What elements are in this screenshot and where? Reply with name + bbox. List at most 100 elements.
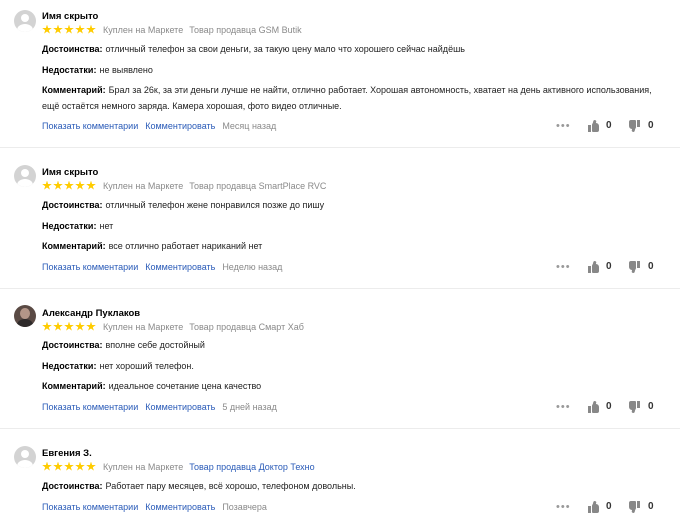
- review-meta: Куплен на Маркете Товар продавца SmartPl…: [42, 179, 326, 192]
- star-icon: [53, 180, 63, 190]
- rating-stars: [42, 321, 97, 332]
- comment-row: Комментарий: идеальное сочетание цена кач…: [42, 378, 662, 394]
- avatar[interactable]: [14, 165, 36, 187]
- purchased-badge: Куплен на Маркете: [103, 24, 184, 35]
- comment-label: Комментарий:: [42, 381, 106, 391]
- review-meta: Куплен на Маркете Товар продавца GSM But…: [42, 23, 302, 36]
- star-icon: [42, 24, 52, 34]
- seller-info: Товар продавца GSM Butik: [189, 24, 302, 35]
- review-actions: Показать комментарии Комментировать Месяц …: [42, 121, 283, 131]
- avatar[interactable]: [14, 10, 36, 32]
- show-comments-link[interactable]: Показать комментарии: [42, 502, 138, 512]
- avatar[interactable]: [14, 446, 36, 468]
- cons-label: Недостатки:: [42, 361, 97, 371]
- author-name: Александр Пуклаков: [42, 308, 141, 319]
- dislikes-count: 0: [648, 261, 654, 272]
- star-icon: [64, 321, 74, 331]
- star-icon: [53, 24, 63, 34]
- likes-count: 0: [606, 401, 612, 412]
- thumb-down-icon[interactable]: [628, 501, 640, 514]
- star-icon: [86, 180, 96, 190]
- thumb-down-icon[interactable]: [628, 261, 640, 274]
- star-icon: [75, 321, 85, 331]
- comment-row: Комментарий: Брал за 26к, за эти деньги л…: [42, 82, 662, 114]
- author-name: Евгения З.: [42, 448, 92, 459]
- review-actions: Показать комментарии Комментировать Неделю…: [42, 262, 289, 272]
- review-date: Месяц назад: [222, 121, 277, 131]
- star-icon: [64, 180, 74, 190]
- show-comments-link[interactable]: Показать комментарии: [42, 262, 138, 272]
- comment-row: Комментарий: все отлично работает нарикан…: [42, 238, 662, 254]
- star-icon: [42, 461, 52, 471]
- more-icon[interactable]: •••: [556, 402, 571, 413]
- seller-info: Товар продавца Смарт Хаб: [189, 321, 304, 332]
- pros-row: Достоинства: отличный телефон жене понрав…: [42, 197, 662, 213]
- cons-text: нет хороший телефон.: [99, 361, 194, 371]
- cons-text: не выявлено: [99, 65, 153, 75]
- comment-link[interactable]: Комментировать: [145, 402, 215, 412]
- purchased-badge: Куплен на Маркете: [103, 180, 184, 191]
- comment-link[interactable]: Комментировать: [145, 121, 215, 131]
- show-comments-link[interactable]: Показать комментарии: [42, 402, 138, 412]
- comment-text: Брал за 26к, за эти деньги лучше не найт…: [42, 85, 652, 111]
- pros-row: Достоинства: отличный телефон за свои ден…: [42, 41, 662, 57]
- avatar[interactable]: [14, 305, 36, 327]
- author-name: Имя скрыто: [42, 167, 99, 178]
- thumb-up-icon[interactable]: [588, 260, 600, 273]
- star-icon: [64, 461, 74, 471]
- comment-label: Комментарий:: [42, 85, 106, 95]
- thumb-up-icon[interactable]: [588, 119, 600, 132]
- dislikes-count: 0: [648, 501, 654, 512]
- author-name: Имя скрыто: [42, 11, 99, 22]
- review-meta: Куплен на Маркете Товар продавца Смарт Х…: [42, 320, 304, 333]
- star-icon: [42, 321, 52, 331]
- pros-text: вполне себе достойный: [105, 340, 205, 350]
- star-icon: [86, 24, 96, 34]
- pros-label: Достоинства:: [42, 44, 103, 54]
- rating-stars: [42, 24, 97, 35]
- dislikes-count: 0: [648, 401, 654, 412]
- seller-link[interactable]: Товар продавца Доктор Техно: [189, 462, 314, 472]
- rating-stars: [42, 180, 97, 191]
- star-icon: [86, 321, 96, 331]
- review-actions: Показать комментарии Комментировать 5 дней…: [42, 402, 284, 412]
- comment-link[interactable]: Комментировать: [145, 262, 215, 272]
- cons-row: Недостатки: нет хороший телефон.: [42, 358, 662, 374]
- cons-label: Недостатки:: [42, 221, 97, 231]
- review-meta: Куплен на Маркете Товар продавца Доктор …: [42, 460, 315, 473]
- more-icon[interactable]: •••: [556, 121, 571, 132]
- dislikes-count: 0: [648, 120, 654, 131]
- show-comments-link[interactable]: Показать комментарии: [42, 121, 138, 131]
- likes-count: 0: [606, 261, 612, 272]
- cons-label: Недостатки:: [42, 65, 97, 75]
- star-icon: [64, 24, 74, 34]
- likes-count: 0: [606, 120, 612, 131]
- review-date: Неделю назад: [222, 262, 283, 272]
- vote-bar: ••• 0 0: [556, 400, 660, 415]
- thumb-up-icon[interactable]: [588, 500, 600, 513]
- vote-bar: ••• 0 0: [556, 260, 660, 275]
- star-icon: [53, 461, 63, 471]
- star-icon: [75, 24, 85, 34]
- thumb-down-icon[interactable]: [628, 401, 640, 414]
- review-date: Позавчера: [222, 502, 267, 512]
- review-actions: Показать комментарии Комментировать Позавч…: [42, 502, 274, 512]
- divider: [0, 147, 680, 148]
- comment-link[interactable]: Комментировать: [145, 502, 215, 512]
- pros-text: Работает пару месяцев, всё хорошо, телеф…: [105, 481, 356, 491]
- divider: [0, 288, 680, 289]
- more-icon[interactable]: •••: [556, 262, 571, 273]
- pros-row: Достоинства: Работает пару месяцев, всё х…: [42, 478, 662, 494]
- pros-label: Достоинства:: [42, 481, 103, 491]
- pros-row: Достоинства: вполне себе достойный: [42, 337, 662, 353]
- seller-info: Товар продавца SmartPlace RVC: [189, 180, 327, 191]
- star-icon: [42, 180, 52, 190]
- more-icon[interactable]: •••: [556, 502, 571, 513]
- thumb-down-icon[interactable]: [628, 120, 640, 133]
- vote-bar: ••• 0 0: [556, 119, 660, 134]
- vote-bar: ••• 0 0: [556, 500, 660, 515]
- thumb-up-icon[interactable]: [588, 400, 600, 413]
- purchased-badge: Куплен на Маркете: [103, 461, 184, 472]
- star-icon: [53, 321, 63, 331]
- cons-row: Недостатки: не выявлено: [42, 62, 662, 78]
